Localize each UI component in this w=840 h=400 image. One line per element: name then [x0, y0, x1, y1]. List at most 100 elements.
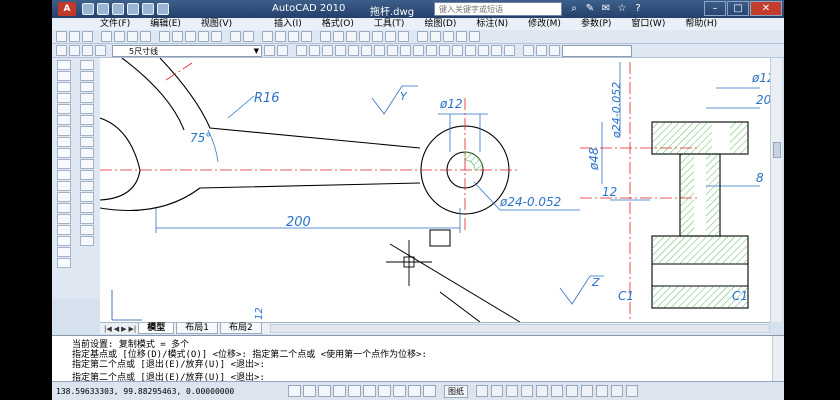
save-icon[interactable]	[82, 31, 93, 42]
fillet-icon[interactable]	[80, 225, 94, 235]
pan-icon[interactable]	[506, 385, 518, 397]
dim-linear-icon[interactable]	[417, 31, 428, 42]
insert-block-icon[interactable]	[57, 181, 71, 191]
inspection-icon[interactable]	[491, 45, 502, 56]
quick-view-layouts-icon[interactable]	[476, 385, 488, 397]
menu-draw[interactable]: 绘图(D)	[414, 18, 466, 30]
hatch-icon[interactable]	[57, 214, 71, 224]
maximize-button[interactable]: □	[727, 1, 749, 16]
paper-model-toggle[interactable]: 图纸	[444, 384, 468, 398]
mirror-icon[interactable]	[80, 82, 94, 92]
circle-icon[interactable]	[57, 126, 71, 136]
arc-icon[interactable]	[57, 115, 71, 125]
copy-icon[interactable]	[172, 31, 183, 42]
explode-icon[interactable]	[80, 236, 94, 246]
subscription-icon[interactable]: ✎	[584, 3, 596, 15]
new-icon[interactable]	[56, 31, 67, 42]
layer-previous-icon[interactable]	[277, 45, 288, 56]
revision-cloud-icon[interactable]	[57, 137, 71, 147]
command-window[interactable]: 当前设置: 复制模式 = 多个 指定基点或 [位移(D)/模式(O)] <位移>…	[52, 335, 784, 383]
menu-insert[interactable]: 插入(I)	[264, 18, 312, 30]
drawing-area[interactable]: R16 75° ø12 200 ø24-0.052 ø24-0.052 ø48 …	[100, 58, 770, 322]
lock-icon[interactable]	[611, 385, 623, 397]
undo-icon[interactable]	[127, 3, 139, 15]
ellipse-icon[interactable]	[57, 159, 71, 169]
menu-help[interactable]: 帮助(H)	[675, 18, 727, 30]
redo-icon[interactable]	[243, 31, 254, 42]
save-icon[interactable]	[112, 3, 124, 15]
favorites-icon[interactable]: ☆	[616, 3, 628, 15]
open-icon[interactable]	[69, 31, 80, 42]
prev-tab-icon[interactable]: ◀	[114, 325, 119, 333]
last-tab-icon[interactable]: ▶|	[129, 325, 137, 333]
menu-view[interactable]: 视图(V)	[191, 18, 242, 30]
dim-radius-icon[interactable]	[348, 45, 359, 56]
lineweight-toggle[interactable]	[408, 385, 421, 397]
table-icon[interactable]	[57, 247, 71, 257]
menu-edit[interactable]: 编辑(E)	[140, 18, 191, 30]
polar-tracking-toggle[interactable]	[333, 385, 346, 397]
search-icon[interactable]: ⌕	[568, 3, 580, 15]
properties-icon[interactable]	[320, 31, 331, 42]
copy-object-icon[interactable]	[80, 71, 94, 81]
object-snap-tracking-toggle[interactable]	[363, 385, 376, 397]
dim-ordinate-icon[interactable]	[456, 31, 467, 42]
dim-linear-icon[interactable]	[296, 45, 307, 56]
grid-display-toggle[interactable]	[303, 385, 316, 397]
tab-model[interactable]: 模型	[138, 323, 175, 334]
gradient-icon[interactable]	[57, 225, 71, 235]
menu-file[interactable]: 文件(F)	[52, 18, 140, 30]
command-scrollbar[interactable]	[772, 336, 784, 382]
zoom-icon[interactable]	[521, 385, 533, 397]
dim-aligned-icon[interactable]	[430, 31, 441, 42]
zoom-previous-icon[interactable]	[301, 31, 312, 42]
dim-radius-icon[interactable]	[469, 31, 480, 42]
layer-lock-icon[interactable]	[95, 45, 106, 56]
markup-icon[interactable]	[372, 31, 383, 42]
dim-edit-icon[interactable]	[523, 45, 534, 56]
offset-icon[interactable]	[80, 93, 94, 103]
trim-icon[interactable]	[80, 159, 94, 169]
zoom-window-icon[interactable]	[288, 31, 299, 42]
help-icon[interactable]: ?	[632, 3, 644, 15]
dim-ordinate-icon[interactable]	[335, 45, 346, 56]
point-icon[interactable]	[57, 203, 71, 213]
close-button[interactable]: ✕	[750, 1, 782, 16]
application-menu-button[interactable]: A	[58, 2, 76, 16]
extend-icon[interactable]	[80, 170, 94, 180]
ellipse-arc-icon[interactable]	[57, 170, 71, 180]
dim-jogged-icon[interactable]	[361, 45, 372, 56]
dim-continue-icon[interactable]	[426, 45, 437, 56]
jogged-linear-icon[interactable]	[504, 45, 515, 56]
print-preview-icon[interactable]	[114, 31, 125, 42]
rotate-icon[interactable]	[80, 126, 94, 136]
paste-icon[interactable]	[185, 31, 196, 42]
break-at-point-icon[interactable]	[80, 181, 94, 191]
next-tab-icon[interactable]: ▶	[121, 325, 126, 333]
first-tab-icon[interactable]: |◀	[104, 325, 112, 333]
chamfer-icon[interactable]	[80, 214, 94, 224]
polyline-icon[interactable]	[57, 82, 71, 92]
help-search-input[interactable]: 键入关键字或短语	[434, 2, 562, 16]
clean-screen-icon[interactable]	[626, 385, 638, 397]
array-icon[interactable]	[80, 104, 94, 114]
match-properties-icon[interactable]	[198, 31, 209, 42]
print-icon[interactable]	[101, 31, 112, 42]
scrollbar-thumb[interactable]	[773, 142, 781, 158]
publish-icon[interactable]	[127, 31, 138, 42]
plot-icon[interactable]	[157, 3, 169, 15]
dim-arc-length-icon[interactable]	[322, 45, 333, 56]
polygon-icon[interactable]	[57, 93, 71, 103]
layer-on-icon[interactable]	[69, 45, 80, 56]
quickcalc-icon[interactable]	[385, 31, 396, 42]
communication-icon[interactable]: ✉	[600, 3, 612, 15]
quick-properties-toggle[interactable]	[423, 385, 436, 397]
zoom-realtime-icon[interactable]	[275, 31, 286, 42]
ortho-mode-toggle[interactable]	[318, 385, 331, 397]
move-icon[interactable]	[80, 115, 94, 125]
vertical-scrollbar[interactable]	[770, 58, 782, 322]
spline-icon[interactable]	[57, 148, 71, 158]
menu-format[interactable]: 格式(O)	[312, 18, 364, 30]
undo-icon[interactable]	[230, 31, 241, 42]
menu-modify[interactable]: 修改(M)	[518, 18, 571, 30]
